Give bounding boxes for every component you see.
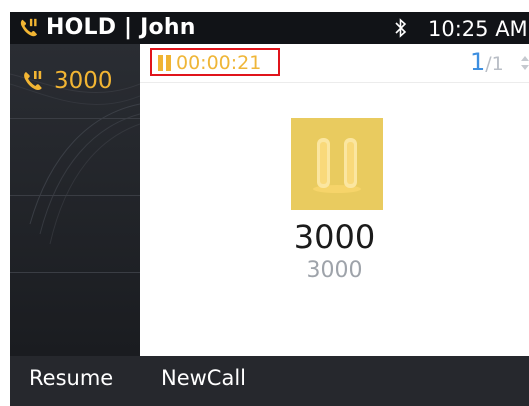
call-status-row: 00:00:21 1/1 — [140, 44, 529, 83]
pause-icon — [158, 55, 172, 71]
call-status-title: HOLD | John — [46, 15, 196, 40]
phone-hold-icon — [24, 71, 42, 91]
page-arrows-icon[interactable] — [520, 55, 529, 71]
line-sidebar: 3000 — [10, 44, 140, 356]
resume-button[interactable]: Resume — [29, 366, 113, 390]
clock: 10:25 AM — [428, 17, 528, 41]
softkey-bar: Resume NewCall — [10, 356, 529, 406]
hold-avatar — [291, 118, 383, 210]
callee-name: 3000 — [293, 218, 376, 256]
call-panel: 00:00:21 1/1 3000 3000 — [140, 44, 529, 356]
bluetooth-icon — [395, 18, 407, 38]
sidebar-empty-slot — [10, 273, 140, 349]
page-current: 1 — [470, 48, 486, 76]
sidebar-empty-slot — [10, 119, 140, 196]
sidebar-empty-slot — [10, 196, 140, 273]
status-bar: HOLD | John 10:25 AM — [10, 12, 529, 44]
new-call-button[interactable]: NewCall — [161, 366, 246, 390]
phone-screen: HOLD | John 10:25 AM 3000 00:00:21 1/1 3… — [10, 12, 529, 406]
call-timer: 00:00:21 — [176, 52, 262, 74]
sidebar-line-label: 3000 — [54, 68, 113, 94]
pause-icon — [313, 138, 361, 193]
callee-number: 3000 — [306, 258, 363, 283]
call-page-indicator: 1/1 — [470, 48, 529, 76]
call-timer-highlight: 00:00:21 — [150, 48, 280, 76]
page-total: /1 — [485, 53, 504, 75]
phone-hold-icon — [20, 18, 38, 37]
sidebar-line-3000[interactable]: 3000 — [10, 44, 140, 119]
